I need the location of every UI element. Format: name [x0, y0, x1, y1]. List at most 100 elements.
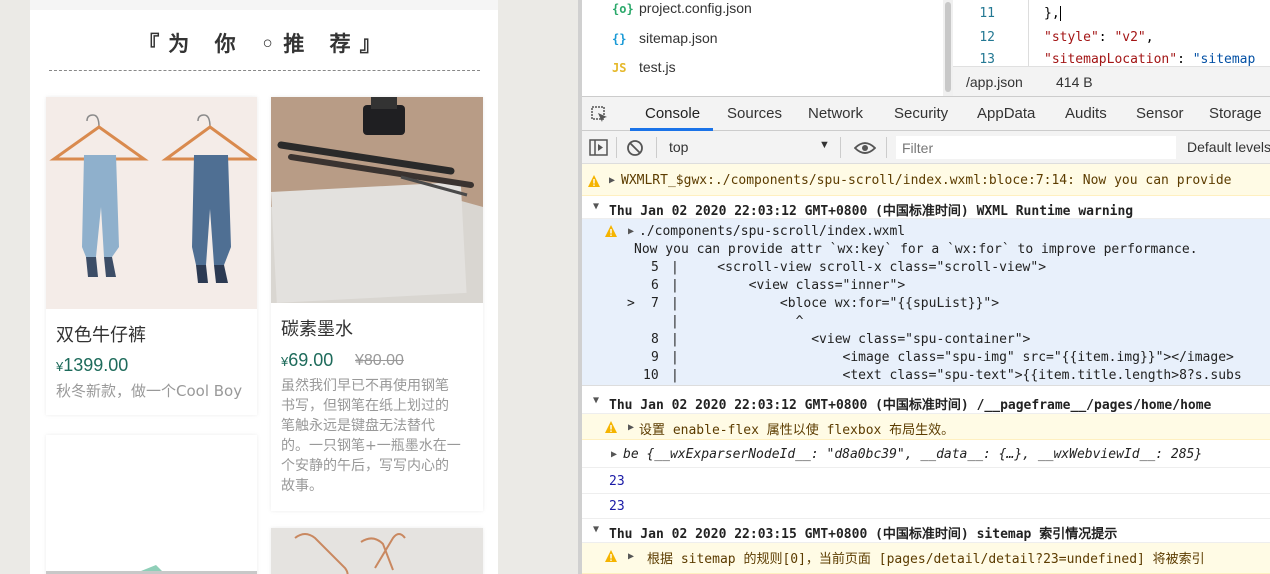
warning-icon [605, 550, 617, 562]
expand-triangle-icon[interactable]: ▶ [628, 551, 634, 562]
tab-sensor[interactable]: Sensor [1136, 105, 1184, 122]
frame-line-bar: | [671, 368, 679, 383]
frame-line-bar: | [671, 350, 679, 365]
frame-message: Now you can provide attr `wx:key` for a … [634, 242, 1198, 257]
frame-line-bar: | [671, 296, 679, 311]
console-group-header[interactable]: ▼ Thu Jan 02 2020 22:03:12 GMT+0800 (中国标… [582, 196, 1270, 219]
log-number: 23 [609, 474, 625, 489]
product-description-line: 笔触永远是键盘无法替代 [281, 418, 435, 434]
product-card-4[interactable] [271, 528, 483, 574]
code-line: "style": "v2", [1044, 30, 1154, 45]
editor-status-bar: /app.json 414 B [953, 66, 1270, 96]
console-warning[interactable]: ▶ 根据 sitemap 的规则[0]，当前页面 [pages/detail/d… [582, 543, 1270, 574]
line-number: 13 [979, 52, 995, 66]
collapse-triangle-icon[interactable]: ▼ [593, 524, 599, 535]
frame-line-number: 6 [651, 278, 659, 293]
tab-storage[interactable]: Storage [1209, 105, 1262, 122]
text-cursor [1059, 6, 1061, 21]
line-number: 11 [979, 6, 995, 21]
console-warning[interactable]: ▶ 设置 enable-flex 属性以使 flexbox 布局生效。 [582, 414, 1270, 440]
tab-sources[interactable]: Sources [727, 105, 782, 122]
recommend-section-title: 『为 你 ◦推 荐』 [138, 32, 390, 56]
file-tree-scrollbar[interactable] [943, 0, 953, 96]
frame-line-bar: | [671, 260, 679, 275]
frame-file-path: ./components/spu-scroll/index.wxml [639, 224, 906, 239]
product-card-ink[interactable]: 碳素墨水 ¥69.00 ¥80.00 虽然我们早已不再使用钢笔 书写，但钢笔在纸… [271, 97, 483, 511]
warning-icon [605, 421, 617, 433]
product-card-3[interactable] [46, 435, 257, 574]
context-selector[interactable]: top [669, 139, 688, 155]
group-title: Thu Jan 02 2020 22:03:12 GMT+0800 (中国标准时… [609, 204, 1134, 219]
frame-line-code: <view class="inner"> [686, 278, 906, 293]
clear-console-icon[interactable] [626, 139, 644, 157]
collapse-triangle-icon[interactable]: ▼ [593, 395, 599, 406]
code-editor[interactable]: 11 }, 12 "style": "v2", 13 "sitemapLocat… [953, 0, 1270, 66]
expand-triangle-icon[interactable]: ▶ [628, 226, 634, 237]
warning-text: 根据 sitemap 的规则[0]，当前页面 [pages/detail/det… [647, 552, 1205, 567]
code-line: }, [1044, 6, 1061, 21]
scrollbar-thumb[interactable] [945, 2, 951, 92]
tab-network[interactable]: Network [808, 105, 863, 122]
product-title: 双色牛仔裤 [56, 325, 146, 346]
log-levels-dropdown[interactable]: Default levels [1187, 139, 1270, 155]
product-image-ink [271, 97, 483, 303]
inspect-element-icon[interactable] [591, 106, 609, 124]
eye-icon[interactable] [854, 141, 876, 155]
toolbar-divider [616, 137, 617, 158]
product-description: 秋冬新款，做一个Cool Boy [56, 382, 243, 400]
line-number: 12 [979, 30, 995, 45]
json-value: "sitemap [1192, 52, 1256, 66]
section-divider [49, 70, 480, 71]
file-item[interactable]: {} sitemap.json [582, 27, 943, 55]
frame-line-marker: > [627, 296, 635, 311]
product-description-line: 虽然我们早已不再使用钢笔 [281, 378, 449, 394]
chevron-down-icon[interactable]: ▼ [819, 139, 830, 151]
console-group-header[interactable]: ▼ Thu Jan 02 2020 22:03:12 GMT+0800 (中国标… [582, 390, 1270, 414]
json-key: "sitemapLocation" [1044, 52, 1178, 66]
toolbar-divider [840, 137, 841, 158]
product-image-jeans [46, 97, 257, 309]
devtools-tab-bar: Console Sources Network Security AppData… [582, 96, 1270, 131]
group-title: Thu Jan 02 2020 22:03:12 GMT+0800 (中国标准时… [609, 398, 1212, 413]
tab-console[interactable]: Console [645, 105, 700, 122]
file-item[interactable]: {o} project.config.json [582, 0, 943, 25]
frame-line-code: <image class="spu-img" src="{{item.img}}… [686, 350, 1234, 365]
warning-text: WXMLRT_$gwx:./components/spu-scroll/inde… [621, 173, 1232, 188]
console-warning[interactable]: ▶ WXMLRT_$gwx:./components/spu-scroll/in… [582, 164, 1270, 196]
tab-audits[interactable]: Audits [1065, 105, 1107, 122]
code-frame-warning[interactable]: ▶ ./components/spu-scroll/index.wxml Now… [582, 219, 1270, 386]
expand-triangle-icon[interactable]: ▶ [611, 449, 617, 460]
code-line: "sitemapLocation": "sitemap [1044, 52, 1255, 66]
toolbar-divider [656, 137, 657, 158]
frame-line-code: <scroll-view scroll-x class="scroll-view… [686, 260, 1047, 275]
json-settings-icon: {o} [612, 2, 634, 16]
frame-line-bar: | [671, 278, 679, 293]
collapse-triangle-icon[interactable]: ▼ [593, 201, 599, 212]
product-description-line: 书写，但钢笔在纸上划过的 [281, 398, 449, 414]
frame-line-number: 10 [643, 368, 659, 383]
frame-line-number: 7 [651, 296, 659, 311]
file-item[interactable]: JS test.js [582, 56, 943, 84]
file-size: 414 B [1056, 74, 1093, 90]
tab-appdata[interactable]: AppData [977, 105, 1035, 122]
console-output[interactable]: ▶ WXMLRT_$gwx:./components/spu-scroll/in… [582, 164, 1270, 574]
product-price: ¥1399.00 [56, 355, 128, 376]
expand-triangle-icon[interactable]: ▶ [609, 175, 615, 186]
file-tree: {o} project.config.json {} sitemap.json … [582, 0, 943, 96]
console-group-header[interactable]: ▼ Thu Jan 02 2020 22:03:15 GMT+0800 (中国标… [582, 519, 1270, 543]
frame-line-code: <view class="spu-container"> [686, 332, 1031, 347]
expand-triangle-icon[interactable]: ▶ [628, 422, 634, 433]
console-log-number[interactable]: 23 [582, 494, 1270, 519]
frame-line-number: 9 [651, 350, 659, 365]
simulator-phone-screen: 『为 你 ◦推 荐』 双色牛仔裤 ¥1399.00 秋冬新款，做一个Cool B… [30, 0, 498, 574]
console-log-number[interactable]: 23 [582, 468, 1270, 494]
tab-security[interactable]: Security [894, 105, 948, 122]
frame-line-code: <bloce wx:for="{{spuList}}"> [686, 296, 1000, 311]
product-description-line: 故事。 [281, 478, 323, 494]
show-sidebar-icon[interactable] [589, 139, 609, 157]
product-card-jeans[interactable]: 双色牛仔裤 ¥1399.00 秋冬新款，做一个Cool Boy [46, 97, 257, 415]
filter-input[interactable] [896, 136, 1176, 159]
console-log-object[interactable]: ▶ be {__wxExparserNodeId__: "d8a0bc39", … [582, 440, 1270, 468]
product-price: ¥69.00 [281, 350, 333, 371]
json-key: "style" [1044, 30, 1099, 45]
